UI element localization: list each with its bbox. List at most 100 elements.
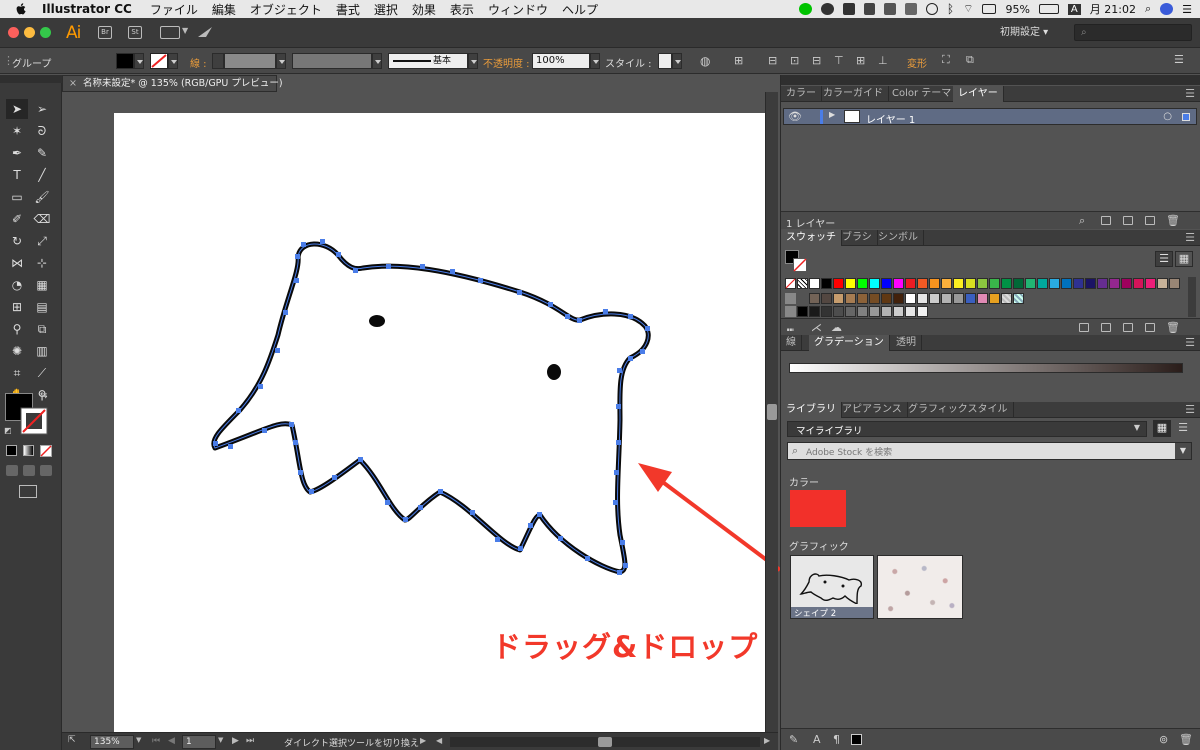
screen-record-icon[interactable] (904, 3, 917, 15)
swatch[interactable] (989, 278, 1000, 289)
swatch[interactable] (953, 293, 964, 304)
swatch[interactable] (881, 293, 892, 304)
swatch-libraries-menu-icon[interactable]: ⑉ (787, 321, 794, 334)
swatch[interactable] (869, 306, 880, 317)
swatch[interactable] (1049, 278, 1060, 289)
swatch-stroke-none-icon[interactable] (793, 258, 807, 272)
swatch[interactable] (797, 306, 808, 317)
delete-library-item-icon[interactable]: 🗑 (1179, 733, 1193, 746)
selected-art-indicator[interactable] (1182, 113, 1190, 121)
swatch[interactable] (833, 293, 844, 304)
align-middle-icon[interactable]: ⊞ (856, 54, 865, 67)
anchor-point[interactable] (470, 510, 475, 515)
swatch-pattern-blue[interactable] (965, 293, 976, 304)
anchor-point[interactable] (353, 268, 358, 273)
google-drive-icon[interactable] (883, 3, 896, 15)
create-sublayer-icon[interactable] (1123, 216, 1133, 225)
delete-swatch-icon[interactable]: 🗑 (1166, 321, 1180, 334)
anchor-point[interactable] (616, 440, 621, 445)
swatch[interactable] (1157, 278, 1168, 289)
anchor-point[interactable] (613, 500, 618, 505)
tab-libraries[interactable]: ライブラリ (781, 402, 842, 418)
anchor-point[interactable] (517, 290, 522, 295)
anchor-point[interactable] (258, 384, 263, 389)
swatch[interactable] (833, 278, 844, 289)
anchor-point[interactable] (585, 556, 590, 561)
add-character-style-icon[interactable]: A (813, 733, 821, 746)
swatch[interactable] (881, 278, 892, 289)
layer-row[interactable]: 👁 ▶ レイヤー 1 ○ (783, 108, 1197, 126)
anchor-point[interactable] (386, 264, 391, 269)
zoom-dropdown-icon[interactable]: ▼ (136, 736, 141, 744)
swatch[interactable] (857, 278, 868, 289)
previous-artboard-icon[interactable]: ◀ (168, 736, 175, 746)
anchor-point[interactable] (283, 310, 288, 315)
expand-layer-icon[interactable]: ▶ (829, 110, 835, 119)
anchor-point[interactable] (420, 264, 425, 269)
swatch[interactable] (905, 306, 916, 317)
anchor-point[interactable] (616, 404, 621, 409)
anchor-point[interactable] (548, 302, 553, 307)
anchor-point[interactable] (403, 517, 408, 522)
anchor-point[interactable] (558, 536, 563, 541)
wifi-icon[interactable]: ⌔ (963, 2, 973, 16)
anchor-point[interactable] (320, 239, 325, 244)
anchor-point[interactable] (295, 254, 300, 259)
tab-layers[interactable]: レイヤー (953, 86, 1004, 102)
anchor-point[interactable] (262, 428, 267, 433)
swatch-pattern-pink[interactable] (977, 293, 988, 304)
libraries-panel-menu-icon[interactable]: ☰ (1185, 403, 1195, 416)
input-mode-indicator[interactable]: A (1067, 3, 1081, 15)
file-sync-icon[interactable] (863, 3, 875, 15)
swatch[interactable] (869, 278, 880, 289)
swatch[interactable] (941, 278, 952, 289)
siri-icon[interactable] (1160, 3, 1174, 15)
anchor-point[interactable] (620, 540, 625, 545)
align-top-icon[interactable]: ⊤ (834, 54, 844, 67)
swatch[interactable] (857, 293, 868, 304)
align-right-icon[interactable]: ⊟ (812, 54, 821, 67)
new-swatch-folder-icon[interactable] (1123, 323, 1133, 332)
swatch[interactable] (893, 293, 904, 304)
spotlight-icon[interactable]: ⌕ (1145, 2, 1151, 16)
swatch[interactable] (1061, 278, 1072, 289)
horizontal-scroll-thumb[interactable] (598, 737, 612, 747)
zoom-level-input[interactable]: 135% (90, 735, 134, 749)
control-panel-menu-icon[interactable]: ☰ (1174, 53, 1184, 66)
swatch-kind-menu-icon[interactable]: ⋌ (811, 321, 822, 334)
workspace-switcher[interactable]: 初期設定 ▾ (1000, 24, 1070, 42)
anchor-point[interactable] (640, 349, 645, 354)
swatch[interactable] (1013, 278, 1024, 289)
dropbox-icon[interactable] (842, 3, 855, 15)
list-view-library-icon[interactable]: ☰ (1174, 420, 1192, 437)
anchor-point[interactable] (495, 537, 500, 542)
tab-graphic-styles[interactable]: グラフィックスタイル (903, 402, 1014, 418)
anchor-point[interactable] (275, 348, 280, 353)
swatch[interactable] (809, 306, 820, 317)
swatch[interactable] (917, 278, 928, 289)
swatch[interactable] (881, 306, 892, 317)
ghost-shape-path[interactable] (211, 241, 651, 575)
anchor-point[interactable] (565, 314, 570, 319)
anchor-point[interactable] (301, 242, 306, 247)
new-swatch-icon[interactable] (1145, 323, 1155, 332)
creative-cloud-icon[interactable] (820, 3, 834, 15)
list-view-icon[interactable]: ☰ (1155, 251, 1173, 267)
gradient-slider[interactable] (789, 363, 1183, 373)
swatch[interactable] (977, 278, 988, 289)
anchor-point[interactable] (309, 489, 314, 494)
anchor-point[interactable] (623, 563, 628, 568)
menubar-clock[interactable]: 月 21:02 (1090, 1, 1136, 17)
anchor-point[interactable] (332, 475, 337, 480)
library-graphic-shape[interactable]: シェイプ 2 (790, 555, 874, 619)
swatches-scrollbar[interactable] (1188, 277, 1196, 317)
status-menu-icon[interactable]: ▶ (420, 736, 426, 745)
swatch[interactable] (1145, 278, 1156, 289)
tab-swatches[interactable]: スウォッチ (781, 230, 842, 246)
creative-cloud-sync-icon[interactable]: ⊚ (1159, 733, 1168, 746)
last-artboard-icon[interactable]: ⏭ (246, 736, 254, 746)
tab-appearance[interactable]: アピアランス (837, 402, 908, 418)
tab-color[interactable]: カラー (781, 86, 822, 102)
anchor-point[interactable] (294, 278, 299, 283)
right-eye-shape[interactable] (547, 364, 561, 380)
